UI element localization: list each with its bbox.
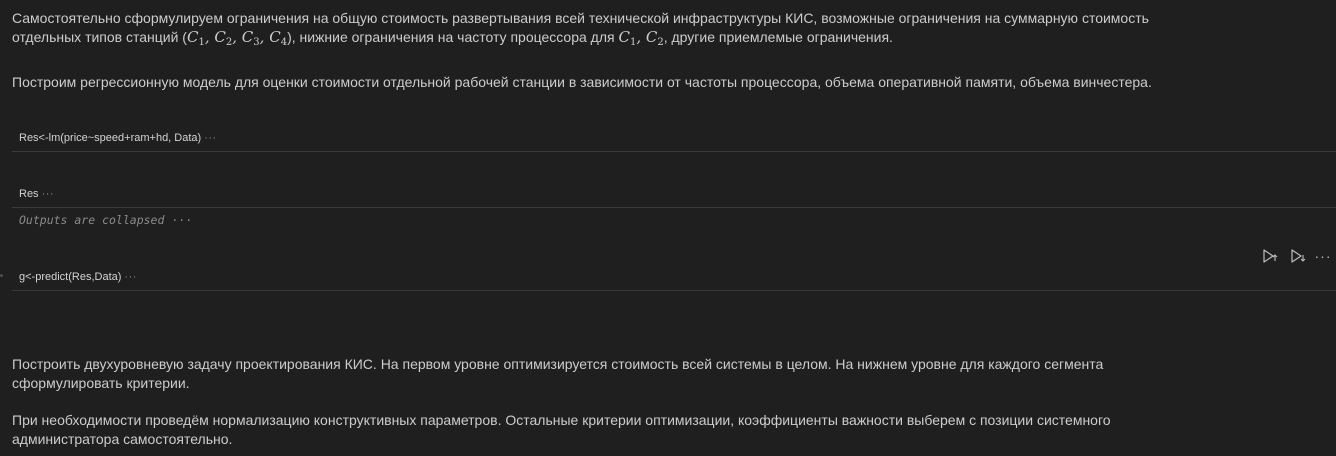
code-cell-predict[interactable]: g<-predict(Res,Data) ··· bbox=[12, 264, 1336, 291]
cell-gutter-indicator bbox=[0, 274, 3, 277]
more-actions-icon[interactable]: ··· bbox=[1314, 248, 1332, 264]
markdown-paragraph-regression: Построим регрессионную модель для оценки… bbox=[12, 73, 1328, 92]
paragraph-line: администратора самостоятельно. bbox=[12, 431, 233, 447]
paragraph-line: При необходимости проведём нормализацию … bbox=[12, 412, 1111, 428]
paragraph-line: Самостоятельно сформулируем ограничения … bbox=[12, 10, 1149, 26]
math-c1-c4: C1, C2, C3, C4 bbox=[186, 28, 288, 48]
collapsed-outputs[interactable]: Outputs are collapsed ··· bbox=[12, 207, 1336, 233]
collapsed-input-ellipsis[interactable]: ··· bbox=[124, 271, 137, 283]
markdown-paragraph-two-level: Построить двухуровневую задачу проектиро… bbox=[12, 355, 1328, 393]
markdown-paragraph-constraints: Самостоятельно сформулируем ограничения … bbox=[12, 9, 1328, 52]
collapsed-output-ellipsis[interactable]: ··· bbox=[171, 213, 192, 227]
math-c1-c2: C1, C2 bbox=[618, 28, 664, 48]
code-cell-res[interactable]: Res ··· bbox=[12, 181, 1336, 208]
code-cell-lm[interactable]: Res<-lm(price~speed+ram+hd, Data) ··· bbox=[12, 125, 1336, 152]
code-text[interactable]: g<-predict(Res,Data) ··· bbox=[19, 271, 137, 283]
code-text[interactable]: Res<-lm(price~speed+ram+hd, Data) ··· bbox=[19, 132, 217, 144]
paragraph-line: Построить двухуровневую задачу проектиро… bbox=[12, 356, 1104, 372]
code-text[interactable]: Res ··· bbox=[19, 188, 54, 200]
paragraph-line: Построим регрессионную модель для оценки… bbox=[12, 74, 1152, 90]
paragraph-line: отдельных типов станций (C1, C2, C3, C4)… bbox=[12, 28, 1328, 52]
text-fragment: отдельных типов станций ( bbox=[12, 29, 187, 45]
collapsed-input-ellipsis[interactable]: ··· bbox=[204, 132, 217, 144]
collapsed-input-ellipsis[interactable]: ··· bbox=[42, 188, 55, 200]
text-fragment: , другие приемлемые ограничения. bbox=[663, 29, 893, 45]
paragraph-line: сформулировать критерии. bbox=[12, 375, 190, 391]
text-fragment: ), нижние ограничения на частоту процесс… bbox=[287, 29, 619, 45]
markdown-paragraph-normalization: При необходимости проведём нормализацию … bbox=[12, 411, 1328, 449]
collapsed-outputs-label[interactable]: Outputs are collapsed ··· bbox=[19, 213, 192, 227]
